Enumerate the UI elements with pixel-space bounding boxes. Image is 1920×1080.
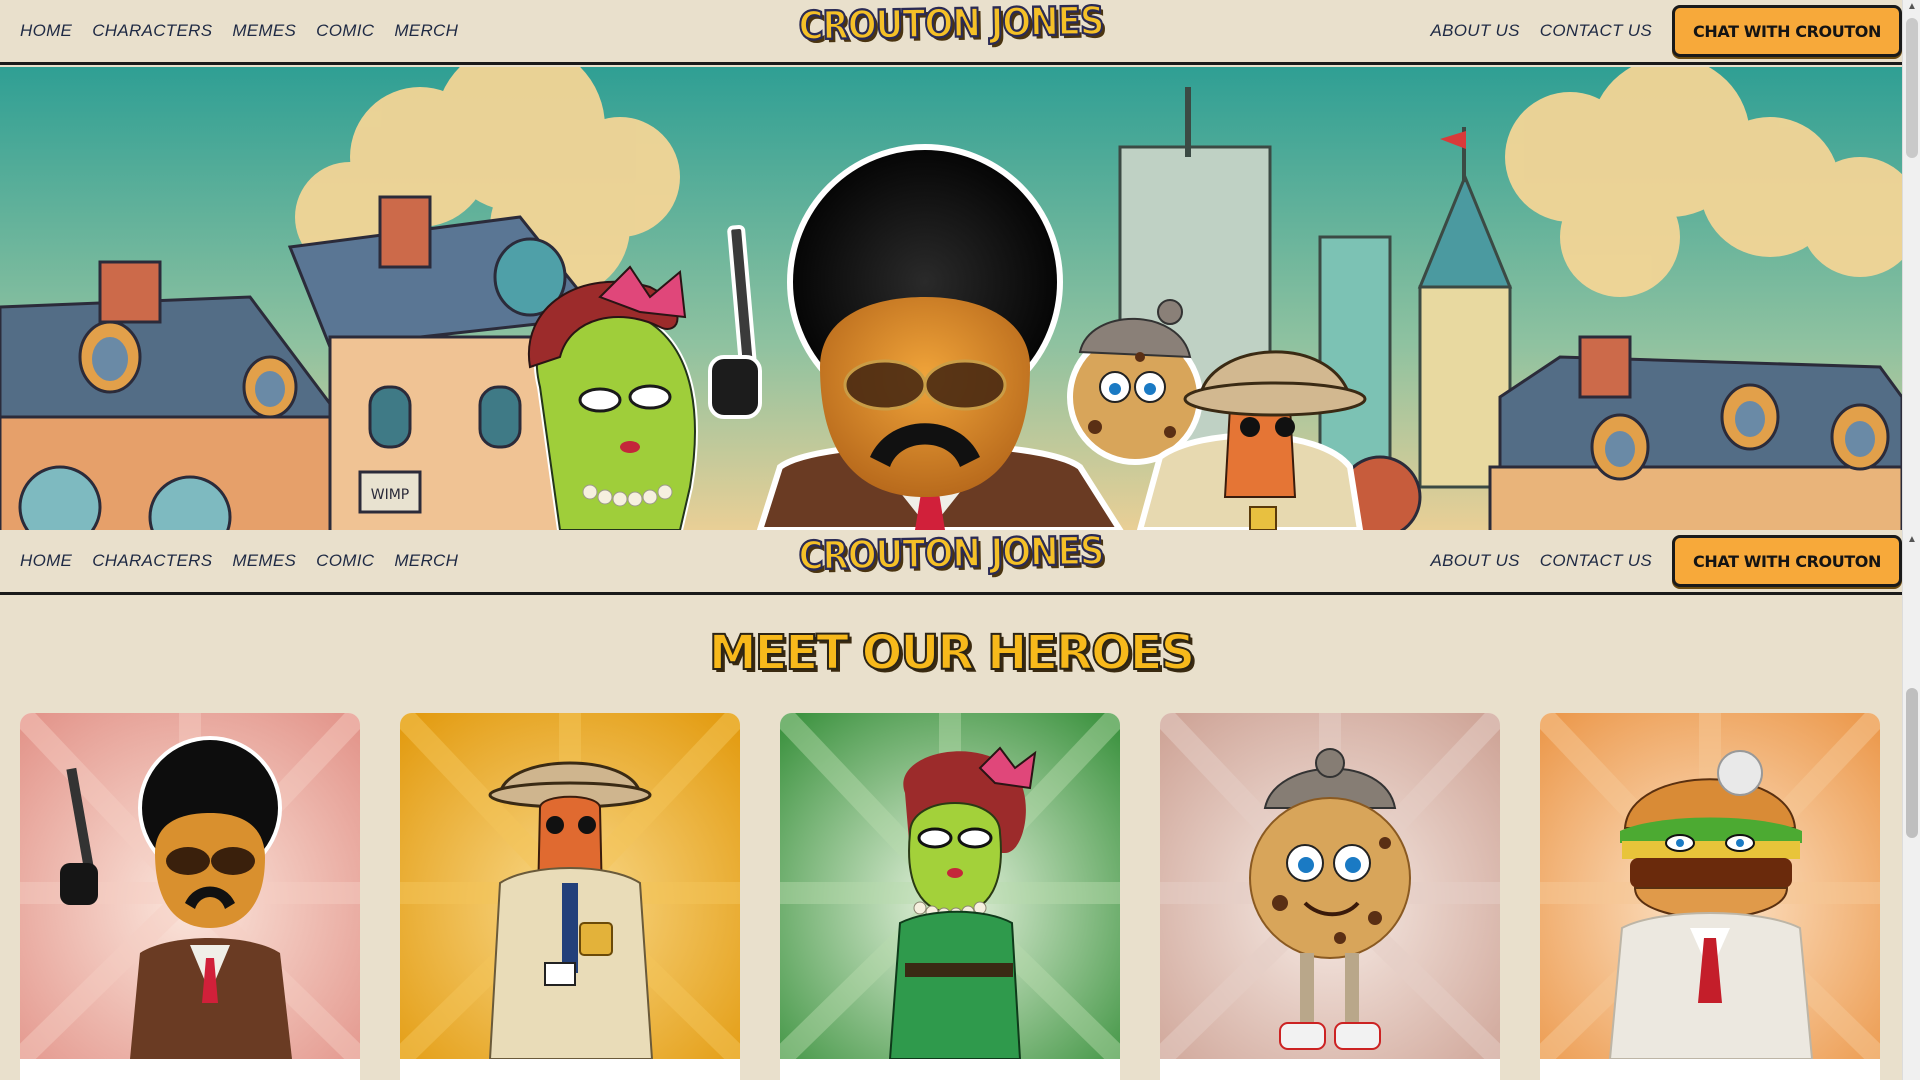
character-card-pickle[interactable] bbox=[780, 713, 1120, 1080]
hotdog-detective-icon bbox=[400, 713, 740, 1059]
nav-about-link[interactable]: ABOUT US bbox=[1430, 21, 1519, 41]
sticky-nav-comic-link[interactable]: COMIC bbox=[316, 551, 374, 571]
character-card-hotdog[interactable] bbox=[400, 713, 740, 1080]
pickle-lady-figure bbox=[527, 265, 698, 530]
sticky-navbar: HOME CHARACTERS MEMES COMIC MERCH CROUTO… bbox=[0, 527, 1902, 595]
chat-with-crouton-button[interactable]: CHAT WITH CROUTON bbox=[1672, 5, 1902, 57]
top-navbar: HOME CHARACTERS MEMES COMIC MERCH CROUTO… bbox=[0, 0, 1902, 65]
sticky-nav-right-group: ABOUT US CONTACT US CHAT WITH CROUTON bbox=[1430, 535, 1902, 587]
sticky-nav-home-link[interactable]: HOME bbox=[20, 551, 72, 571]
character-card-crouton[interactable] bbox=[20, 713, 360, 1080]
meet-our-heroes-heading: MEET OUR HEROES bbox=[708, 624, 1196, 682]
hero-sign-text: WIMP bbox=[371, 487, 410, 503]
sticky-nav-memes-link[interactable]: MEMES bbox=[232, 551, 296, 571]
crouton-detective-icon bbox=[20, 713, 360, 1059]
nav-home-link[interactable]: HOME bbox=[20, 21, 72, 41]
character-card-burger[interactable] bbox=[1540, 713, 1880, 1080]
card-footer bbox=[780, 1059, 1120, 1080]
pickle-lady-icon bbox=[780, 713, 1120, 1059]
hero-illustration: WIMP bbox=[0, 67, 1902, 530]
scroll-thumb[interactable] bbox=[1906, 688, 1918, 838]
sticky-nav-contact-link[interactable]: CONTACT US bbox=[1540, 551, 1652, 571]
cookie-character-icon bbox=[1160, 713, 1500, 1059]
sticky-nav-merch-link[interactable]: MERCH bbox=[394, 551, 458, 571]
sticky-nav-left-links: HOME CHARACTERS MEMES COMIC MERCH bbox=[20, 551, 458, 571]
character-cards bbox=[20, 713, 1882, 1080]
sticky-nav-about-link[interactable]: ABOUT US bbox=[1430, 551, 1519, 571]
card-footer bbox=[20, 1059, 360, 1080]
burger-boss-icon bbox=[1540, 713, 1880, 1059]
nav-merch-link[interactable]: MERCH bbox=[394, 21, 458, 41]
scroll-up-arrow-icon[interactable]: ▲ bbox=[1907, 535, 1917, 545]
nav-memes-link[interactable]: MEMES bbox=[232, 21, 296, 41]
nav-comic-link[interactable]: COMIC bbox=[316, 21, 374, 41]
card-footer bbox=[1540, 1059, 1880, 1080]
upper-scroll-thumb[interactable] bbox=[1906, 18, 1918, 158]
sticky-site-logo[interactable]: CROUTON JONES bbox=[797, 527, 1105, 580]
nav-characters-link[interactable]: CHARACTERS bbox=[92, 21, 212, 41]
page-scrollbar[interactable]: ▲ ▲ bbox=[1902, 0, 1920, 1080]
nav-contact-link[interactable]: CONTACT US bbox=[1540, 21, 1652, 41]
card-footer bbox=[400, 1059, 740, 1080]
character-card-cookie[interactable] bbox=[1160, 713, 1500, 1080]
sticky-chat-with-crouton-button[interactable]: CHAT WITH CROUTON bbox=[1672, 535, 1902, 587]
hero-banner: WIMP bbox=[0, 67, 1902, 530]
site-logo[interactable]: CROUTON JONES bbox=[797, 0, 1105, 51]
nav-right-group: ABOUT US CONTACT US CHAT WITH CROUTON bbox=[1430, 5, 1902, 57]
sticky-nav-characters-link[interactable]: CHARACTERS bbox=[92, 551, 212, 571]
card-footer bbox=[1160, 1059, 1500, 1080]
nav-left-links: HOME CHARACTERS MEMES COMIC MERCH bbox=[20, 21, 458, 41]
scroll-up-arrow-icon[interactable]: ▲ bbox=[1907, 2, 1917, 12]
